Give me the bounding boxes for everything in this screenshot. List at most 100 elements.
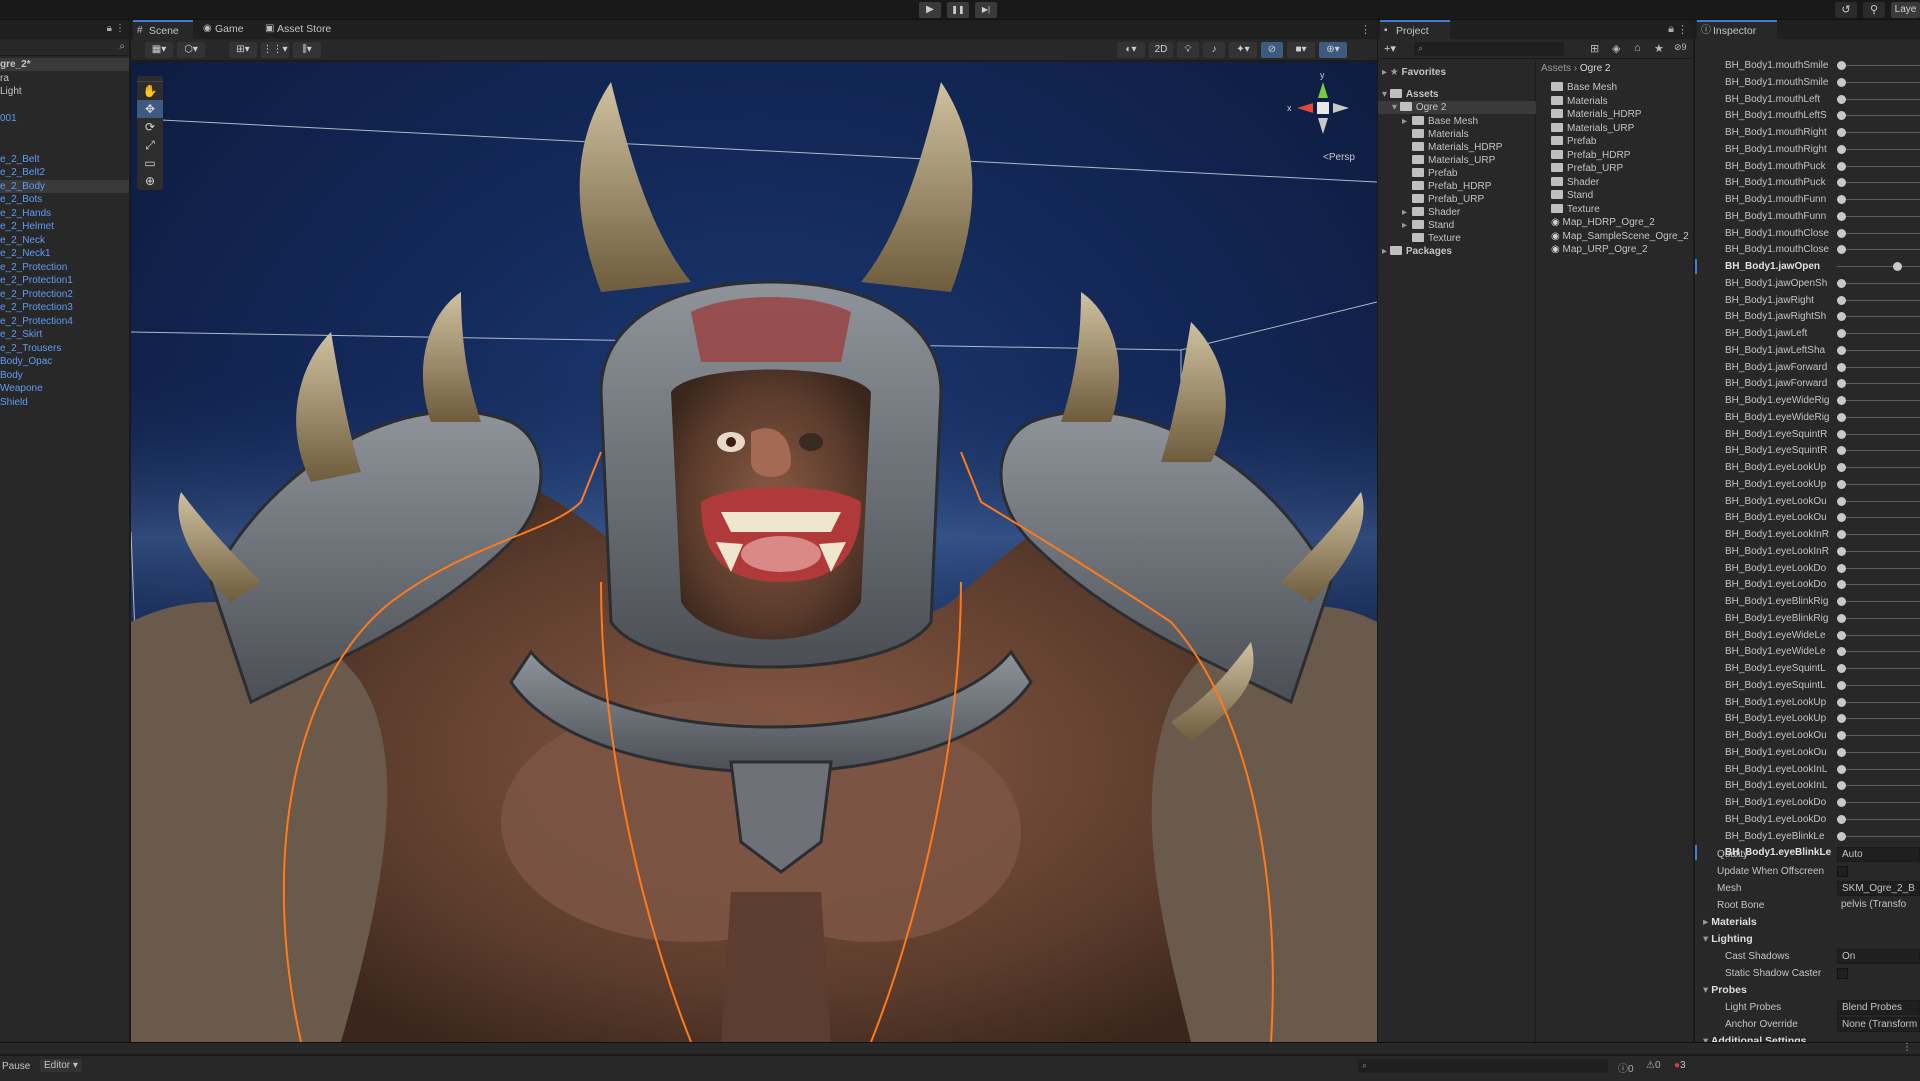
blendshape-slider[interactable]	[1837, 215, 1920, 217]
materials-foldout[interactable]: ▸ Materials	[1695, 914, 1920, 931]
history-button[interactable]: ↺	[1835, 2, 1857, 18]
hierarchy-item[interactable]: Light	[0, 85, 129, 98]
scene-visibility-toggle[interactable]: ⊘	[1261, 42, 1283, 58]
mesh-field[interactable]: SKM_Ogre_2_B	[1837, 881, 1920, 896]
ogre-folder-node[interactable]: ▾ Ogre 2	[1378, 101, 1536, 114]
toggle-2d-button[interactable]: 2D	[1149, 42, 1173, 58]
slider-knob[interactable]	[1893, 262, 1902, 271]
hierarchy-item[interactable]: e_2_Protection2	[0, 288, 129, 301]
scale-tool-icon[interactable]: ⤢	[137, 136, 163, 154]
hierarchy-item[interactable]: e_2_Neck1	[0, 247, 129, 260]
hierarchy-item[interactable]	[0, 126, 129, 139]
editor-dropdown[interactable]: Editor ▾	[40, 1059, 82, 1072]
probes-foldout[interactable]: ▾ Probes	[1695, 982, 1920, 999]
slider-knob[interactable]	[1837, 329, 1846, 338]
blendshape-slider[interactable]	[1837, 450, 1920, 452]
slider-knob[interactable]	[1837, 228, 1846, 238]
blendshape-slider[interactable]	[1837, 701, 1920, 703]
slider-knob[interactable]	[1837, 412, 1846, 422]
blendshape-slider[interactable]	[1837, 467, 1920, 468]
slider-knob[interactable]	[1837, 144, 1846, 154]
shading-dropdown[interactable]: ◐▾	[1117, 42, 1145, 58]
error-count[interactable]: ●3	[1674, 1060, 1686, 1071]
effects-dropdown[interactable]: ✦▾	[1229, 42, 1257, 58]
transform-tool-icon[interactable]: ⊕	[137, 172, 163, 190]
slider-knob[interactable]	[1837, 446, 1846, 456]
slider-knob[interactable]	[1837, 245, 1846, 255]
slider-knob[interactable]	[1837, 814, 1846, 824]
tree-folder-item[interactable]: Prefab_HDRP	[1402, 180, 1491, 193]
slider-knob[interactable]	[1837, 396, 1846, 405]
blendshape-slider[interactable]	[1837, 383, 1920, 385]
blendshape-slider[interactable]	[1837, 165, 1920, 167]
update-offscreen-checkbox[interactable]	[1837, 866, 1848, 877]
content-scene-item[interactable]: ◉ Map_SampleScene_Ogre_2	[1551, 230, 1689, 243]
slider-knob[interactable]	[1837, 697, 1846, 707]
tree-folder-item[interactable]: Materials_HDRP	[1402, 141, 1502, 154]
slider-knob[interactable]	[1837, 831, 1846, 841]
hierarchy-item[interactable]: Body	[0, 369, 129, 382]
menu-icon[interactable]: ⋮	[1360, 23, 1371, 36]
slider-knob[interactable]	[1837, 731, 1846, 740]
slider-knob[interactable]	[1837, 664, 1846, 673]
slider-knob[interactable]	[1837, 781, 1846, 791]
slider-knob[interactable]	[1837, 195, 1846, 204]
tab-scene[interactable]: # Scene	[133, 20, 193, 39]
hand-tool-icon[interactable]: ✋	[137, 82, 163, 100]
slider-knob[interactable]	[1837, 680, 1846, 690]
content-scene-item[interactable]: ◉ Map_URP_Ogre_2	[1551, 243, 1648, 256]
slider-knob[interactable]	[1837, 630, 1846, 640]
slider-knob[interactable]	[1837, 429, 1846, 439]
root-bone-field[interactable]: pelvis (Transfo	[1837, 898, 1920, 913]
blendshape-slider[interactable]	[1837, 584, 1920, 586]
hierarchy-item[interactable]: e_2_Trousers	[0, 342, 129, 355]
slider-knob[interactable]	[1837, 61, 1846, 70]
content-folder-item[interactable]: Materials_HDRP	[1551, 108, 1641, 121]
tree-folder-item[interactable]: Prefab	[1402, 167, 1457, 180]
star-icon[interactable]: ★	[1654, 42, 1664, 55]
breadcrumb-current[interactable]: Ogre 2	[1580, 63, 1611, 74]
menu-icon[interactable]: ⋮	[1902, 1042, 1912, 1053]
hierarchy-item[interactable]: e_2_Protection3	[0, 301, 129, 314]
blendshape-slider[interactable]	[1837, 735, 1920, 736]
slider-knob[interactable]	[1837, 764, 1846, 774]
slider-knob[interactable]	[1837, 94, 1846, 104]
tab-inspector[interactable]: ⓘ Inspector	[1697, 20, 1777, 39]
menu-icon[interactable]: ⋮	[1677, 23, 1688, 36]
slider-knob[interactable]	[1837, 345, 1846, 355]
blendshape-slider[interactable]	[1837, 316, 1920, 318]
step-button[interactable]: ▶|	[975, 2, 997, 18]
audio-toggle[interactable]: ♪	[1203, 42, 1225, 58]
hierarchy-item[interactable]: e_2_Body	[0, 180, 129, 193]
search-button[interactable]: ⚲	[1863, 2, 1885, 18]
hierarchy-item[interactable]: e_2_Bots	[0, 193, 129, 206]
slider-knob[interactable]	[1837, 128, 1846, 137]
play-button[interactable]: ▶	[919, 2, 941, 18]
blendshape-slider[interactable]	[1837, 349, 1920, 351]
tree-folder-item[interactable]: Materials	[1402, 128, 1469, 141]
orientation-gizmo[interactable]: y x	[1283, 68, 1363, 148]
quality-dropdown[interactable]: Auto	[1837, 847, 1920, 862]
slider-knob[interactable]	[1837, 463, 1846, 472]
slider-knob[interactable]	[1837, 714, 1846, 724]
slider-knob[interactable]	[1837, 613, 1846, 623]
expand-arrow-icon[interactable]: ▸	[1402, 115, 1412, 128]
slider-knob[interactable]	[1837, 798, 1846, 807]
log-count[interactable]: ⓘ0	[1618, 1060, 1634, 1075]
gizmos-dropdown[interactable]: ⊕▾	[1319, 42, 1347, 58]
rect-tool-icon[interactable]: ▭	[137, 154, 163, 172]
hierarchy-item[interactable]: e_2_Protection1	[0, 274, 129, 287]
tree-folder-item[interactable]: ▸ Stand	[1402, 219, 1454, 232]
hierarchy-item[interactable]	[0, 99, 129, 112]
slider-knob[interactable]	[1837, 211, 1846, 221]
tree-folder-item[interactable]: ▸ Base Mesh	[1402, 115, 1478, 128]
blendshape-slider[interactable]	[1837, 500, 1920, 502]
tree-folder-item[interactable]: ▸ Shader	[1402, 206, 1460, 219]
blendshape-slider[interactable]	[1837, 567, 1920, 569]
blendshape-slider[interactable]	[1837, 333, 1920, 334]
rotate-tool-icon[interactable]: ⟳	[137, 118, 163, 136]
slider-knob[interactable]	[1837, 580, 1846, 590]
slider-knob[interactable]	[1837, 546, 1846, 556]
blendshape-slider[interactable]	[1837, 785, 1920, 787]
tree-folder-item[interactable]: Texture	[1402, 232, 1461, 245]
